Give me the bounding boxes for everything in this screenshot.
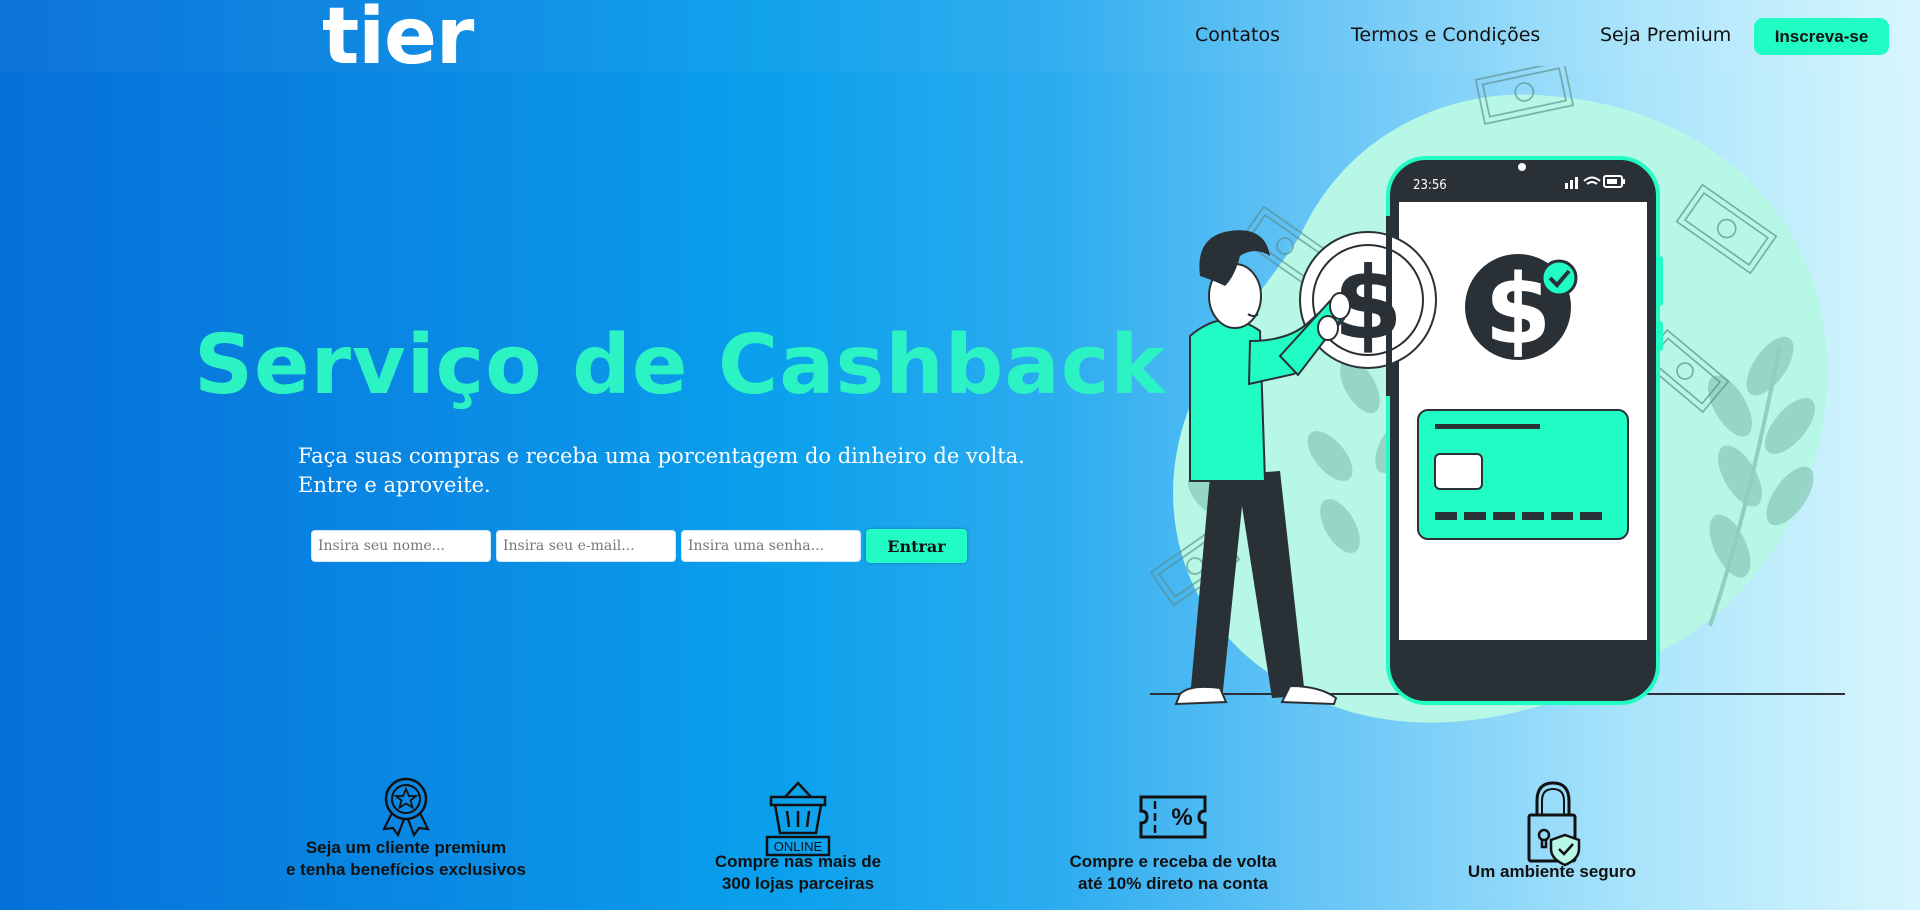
feature-stores: ONLINE Compre nas mais de 300 lojas parc… — [678, 775, 918, 895]
email-input[interactable] — [496, 530, 676, 562]
smartphone: 23:56 $ — [1386, 156, 1663, 705]
name-input[interactable] — [311, 530, 491, 562]
nav-contatos[interactable]: Contatos — [1195, 24, 1280, 46]
padlock-shield-icon — [1527, 781, 1581, 867]
cashback-illustration: 23:56 $ $ — [1149, 66, 1845, 723]
features-section: Seja um cliente premium e tenha benefíci… — [0, 775, 1920, 910]
feature-premium: Seja um cliente premium e tenha benefíci… — [266, 775, 546, 881]
feature-cashback-line1: Compre e receba de volta — [1069, 852, 1277, 871]
svg-text:%: % — [1171, 804, 1192, 831]
phone-time: 23:56 — [1413, 178, 1447, 193]
nav-termos[interactable]: Termos e Condições — [1351, 24, 1540, 46]
top-navbar: tier Contatos Termos e Condições Seja Pr… — [0, 0, 1920, 82]
hero-subtitle-line1: Faça suas compras e receba uma porcentag… — [298, 444, 1025, 468]
hero-subtitle: Faça suas compras e receba uma porcentag… — [298, 442, 1025, 500]
feature-premium-line1: Seja um cliente premium — [305, 838, 507, 857]
svg-text:$: $ — [1485, 254, 1552, 366]
feature-cashback-line2: até 10% direto na conta — [1078, 874, 1268, 893]
feature-cashback: % Compre e receba de volta até 10% diret… — [1043, 775, 1303, 895]
signup-button[interactable]: Inscreva-se — [1754, 18, 1889, 55]
shopping-basket-icon: ONLINE — [765, 781, 831, 857]
nav-premium[interactable]: Seja Premium — [1600, 24, 1731, 46]
percent-ticket-icon: % — [1139, 795, 1207, 839]
feature-stores-line1: Compre nas mais de — [714, 852, 882, 871]
logo[interactable]: tier — [322, 0, 474, 82]
password-input[interactable] — [681, 530, 861, 562]
credit-card-icon — [1417, 409, 1629, 540]
feature-secure: Um ambiente seguro — [1432, 775, 1672, 883]
award-badge-icon — [382, 777, 430, 837]
hero-title: Serviço de Cashback — [194, 318, 1166, 413]
feature-secure-line1: Um ambiente seguro — [1467, 862, 1637, 881]
hero-subtitle-line2: Entre e aproveite. — [298, 473, 491, 497]
enter-button[interactable]: Entrar — [866, 529, 967, 563]
feature-stores-line2: 300 lojas parceiras — [721, 874, 875, 893]
feature-premium-line2: e tenha benefícios exclusivos — [286, 860, 526, 879]
